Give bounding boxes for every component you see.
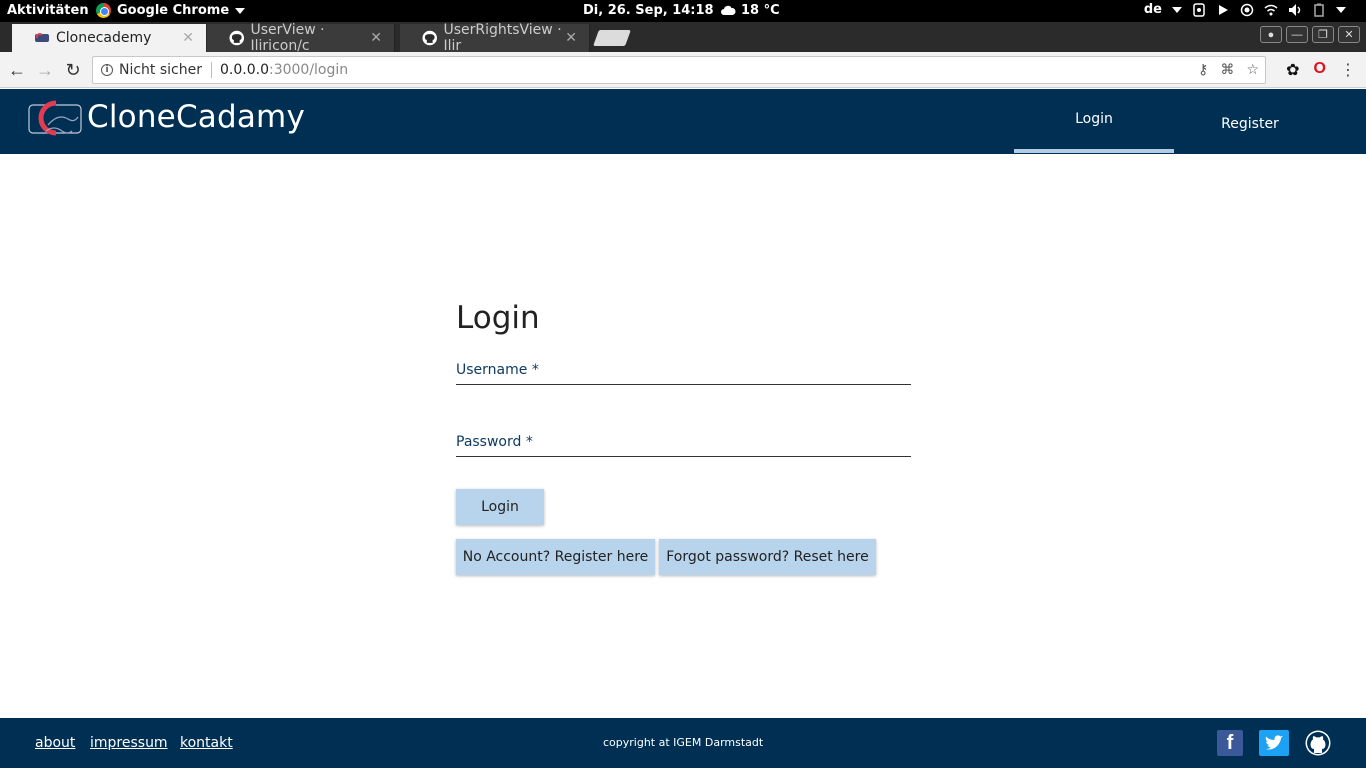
new-tab-button[interactable] <box>593 30 631 46</box>
close-icon[interactable]: ✕ <box>370 30 382 46</box>
browser-toolbar: ← → ↻ i Nicht sicher 0.0.0.0 :3000/login… <box>0 52 1366 88</box>
username-input-underline[interactable] <box>456 384 911 385</box>
security-indicator[interactable]: Nicht sicher <box>119 62 202 78</box>
app-name: Google Chrome <box>117 3 230 18</box>
username-field[interactable]: Username * <box>456 362 911 385</box>
vpn-icon[interactable] <box>1240 3 1254 17</box>
tab-label: UserRightsView · Ilir <box>443 22 562 54</box>
star-icon[interactable]: ☆ <box>1246 62 1259 78</box>
volume-icon[interactable] <box>1288 3 1302 17</box>
brand-name[interactable]: CloneCadamy <box>87 99 305 135</box>
page-title: Login <box>456 300 540 336</box>
clonecademy-logo[interactable] <box>28 95 82 141</box>
password-input-underline[interactable] <box>456 456 911 457</box>
browser-tab-userview[interactable]: UserView · Iliricon/c ✕ <box>207 22 395 54</box>
restore-icon[interactable]: ❐ <box>1312 26 1334 43</box>
clock[interactable]: Di, 26. Sep, 14:18 <box>583 3 714 18</box>
extension-icons: ✿ O ⋮ <box>1286 60 1356 80</box>
address-bar[interactable]: i Nicht sicher 0.0.0.0 :3000/login ⚷ ⌘ ☆ <box>92 56 1266 84</box>
facebook-icon[interactable]: f <box>1217 730 1243 756</box>
chevron-down-icon <box>1336 6 1346 13</box>
profile-icon[interactable]: ● <box>1260 26 1282 43</box>
omnibox-actions: ⚷ ⌘ ☆ <box>1198 62 1259 78</box>
close-icon[interactable]: ✕ <box>565 30 577 46</box>
translate-icon[interactable]: ⌘ <box>1220 62 1234 78</box>
battery-icon[interactable] <box>1312 3 1326 17</box>
github-icon <box>229 30 245 46</box>
cloud-icon <box>721 5 736 15</box>
system-tray[interactable]: de <box>1144 2 1346 17</box>
nav-tab-register[interactable]: Register <box>1174 89 1326 154</box>
browser-tab-strip: Clonecademy ✕ UserView · Iliricon/c ✕ Us… <box>0 22 1366 54</box>
close-icon[interactable]: ✕ <box>182 30 194 46</box>
keyboard-layout[interactable]: de <box>1144 2 1162 17</box>
menu-icon[interactable]: ⋮ <box>1340 60 1356 80</box>
url-host: 0.0.0.0 <box>220 62 269 78</box>
copyright-text: copyright at IGEM Darmstadt <box>603 736 764 749</box>
twitter-icon[interactable] <box>1259 730 1289 756</box>
footer-link-about[interactable]: about <box>35 735 75 751</box>
reset-password-button[interactable]: Forgot password? Reset here <box>659 539 876 575</box>
site-footer: about impressum kontakt copyright at IGE… <box>0 718 1366 768</box>
forward-arrow-icon[interactable]: → <box>34 59 56 81</box>
minimize-icon[interactable]: — <box>1286 26 1308 43</box>
username-label: Username * <box>456 362 539 378</box>
password-label: Password * <box>456 434 533 450</box>
tab-label: Clonecademy <box>56 30 152 46</box>
close-window-icon[interactable]: ✕ <box>1338 26 1360 43</box>
footer-link-kontakt[interactable]: kontakt <box>180 735 233 751</box>
divider <box>211 62 212 78</box>
clipboard-icon[interactable] <box>1192 2 1206 17</box>
url-path: :3000/login <box>268 62 349 78</box>
github-icon[interactable] <box>1305 730 1331 756</box>
temperature: 18 °C <box>741 3 780 18</box>
window-controls: ● — ❐ ✕ <box>1260 26 1360 43</box>
register-link-button[interactable]: No Account? Register here <box>456 539 655 575</box>
chevron-down-icon <box>235 7 246 14</box>
chevron-down-icon <box>1172 6 1182 13</box>
weather-indicator[interactable]: 18 °C <box>720 3 780 18</box>
browser-tab-userrightsview[interactable]: UserRightsView · Ilir ✕ <box>400 22 590 54</box>
github-icon <box>422 30 437 46</box>
reload-icon[interactable]: ↻ <box>62 59 84 81</box>
gnome-extension-icon[interactable]: ✿ <box>1286 60 1299 80</box>
clonecademy-favicon <box>35 33 49 42</box>
key-icon[interactable]: ⚷ <box>1198 62 1208 78</box>
chrome-icon <box>96 3 111 18</box>
play-icon[interactable] <box>1216 3 1230 17</box>
password-field[interactable]: Password * <box>456 434 911 457</box>
wifi-icon[interactable] <box>1264 3 1278 17</box>
app-menu[interactable]: Google Chrome <box>96 3 246 18</box>
opera-extension-icon[interactable]: O <box>1314 60 1326 80</box>
footer-link-impressum[interactable]: impressum <box>90 735 168 751</box>
nav-tab-login[interactable]: Login <box>1014 89 1174 154</box>
browser-tab-clonecademy[interactable]: Clonecademy ✕ <box>12 24 206 52</box>
system-top-bar: Aktivitäten Google Chrome Di, 26. Sep, 1… <box>0 0 1366 22</box>
login-button[interactable]: Login <box>456 489 544 525</box>
back-arrow-icon[interactable]: ← <box>6 59 28 81</box>
activities-button[interactable]: Aktivitäten <box>7 3 89 18</box>
info-icon[interactable]: i <box>101 64 113 76</box>
tab-label: UserView · Iliricon/c <box>250 22 325 54</box>
site-header: CloneCadamy Login Register <box>0 89 1366 154</box>
